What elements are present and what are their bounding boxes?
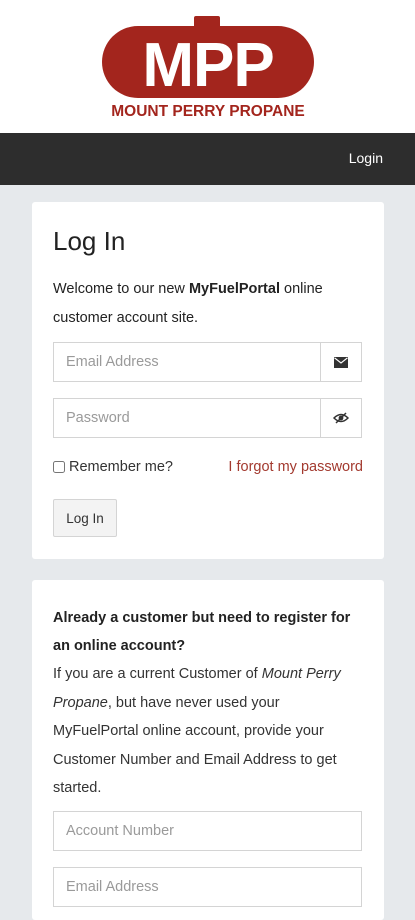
forgot-password-link[interactable]: I forgot my password <box>228 459 363 475</box>
welcome-text: Welcome to our new MyFuelPortal online c… <box>53 275 363 333</box>
page-title: Log In <box>53 226 126 256</box>
logo-company-name: MOUNT PERRY PROPANE <box>111 103 305 120</box>
register-heading: Already a customer but need to register … <box>53 610 351 654</box>
envelope-icon <box>320 343 361 381</box>
password-field <box>53 398 362 438</box>
mpp-logo: MPP MOUNT PERRY PROPANE <box>102 16 314 120</box>
eye-slash-icon[interactable] <box>320 399 361 437</box>
register-text-prefix: If you are a current Customer of <box>53 666 262 682</box>
email-field <box>53 342 362 382</box>
nav-login-link[interactable]: Login <box>349 150 383 166</box>
remember-me[interactable]: Remember me? <box>53 459 173 475</box>
welcome-brand: MyFuelPortal <box>188 281 280 297</box>
register-email-field <box>53 867 363 907</box>
remember-me-checkbox[interactable] <box>53 461 65 473</box>
register-card: Already a customer but need to register … <box>32 580 384 920</box>
account-number-input[interactable] <box>54 812 363 850</box>
account-number-field <box>53 811 363 851</box>
welcome-prefix: Welcome to our new <box>53 281 189 297</box>
email-input[interactable] <box>54 343 338 381</box>
logo-letters: MPP <box>142 31 273 100</box>
login-card: Log In Welcome to our new MyFuelPortal o… <box>32 202 384 559</box>
top-navbar: Login <box>0 133 415 185</box>
remember-me-label: Remember me? <box>69 459 173 475</box>
register-text: If you are a current Customer of Mount P… <box>53 660 368 803</box>
login-button[interactable]: Log In <box>53 499 117 537</box>
header-logo-area: MPP MOUNT PERRY PROPANE <box>0 0 415 133</box>
register-email-input[interactable] <box>54 868 363 906</box>
password-input[interactable] <box>54 399 338 437</box>
